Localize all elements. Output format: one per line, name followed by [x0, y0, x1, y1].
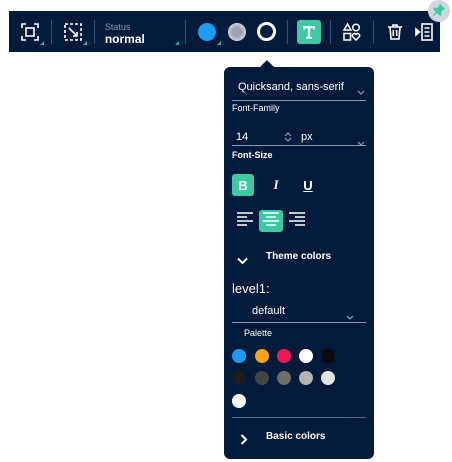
select-dashed-button[interactable] — [58, 17, 88, 47]
insert-after-icon — [415, 22, 435, 42]
status-label: Status — [104, 21, 131, 32]
toolbar-divider — [330, 19, 332, 44]
chevron-down-icon — [237, 252, 248, 270]
font-size-underline — [232, 145, 366, 146]
toolbar-divider — [287, 19, 289, 44]
palette-swatch[interactable] — [255, 349, 269, 363]
theme-colors-label: Theme colors — [266, 251, 332, 262]
align-right-button[interactable] — [285, 210, 309, 232]
chevron-down-icon — [357, 134, 365, 152]
italic-button[interactable]: I — [265, 174, 287, 196]
fill-color-icon — [197, 22, 216, 41]
dropdown-indicator — [216, 40, 221, 45]
underline-button[interactable]: U — [297, 174, 319, 196]
font-family-label: Font-Family — [232, 103, 280, 113]
font-size-value: 14 — [236, 131, 249, 143]
blur-button[interactable] — [222, 17, 252, 47]
blur-icon — [227, 22, 246, 41]
align-left-button[interactable] — [233, 210, 257, 232]
chevron-down-icon — [346, 308, 354, 326]
palette-swatch[interactable] — [232, 371, 246, 385]
pin-icon — [432, 2, 446, 21]
select-frame-icon — [20, 22, 40, 42]
font-unit-value: px — [301, 131, 313, 143]
dropdown-indicator — [39, 40, 44, 45]
align-center-icon — [262, 211, 280, 231]
text-format-panel: Quicksand, sans-serif Font-Family 14 px … — [224, 67, 374, 459]
fill-color-button[interactable] — [192, 17, 222, 47]
delete-button[interactable] — [380, 17, 410, 47]
dropdown-indicator — [174, 40, 179, 45]
level-value: default — [252, 305, 286, 317]
palette-label: Palette — [244, 328, 273, 338]
border-icon — [256, 22, 276, 41]
font-family-value: Quicksand, sans-serif — [238, 81, 344, 93]
toolbar-divider — [373, 19, 375, 44]
palette-swatch[interactable] — [299, 371, 313, 385]
font-size-label: Font-Size — [232, 150, 273, 160]
shapes-button[interactable] — [337, 17, 367, 47]
align-right-icon — [288, 211, 306, 231]
select-dashed-icon — [63, 22, 83, 42]
toolbar-divider — [184, 19, 186, 44]
palette-swatch[interactable] — [232, 394, 246, 408]
select-frame-button[interactable] — [15, 17, 45, 47]
level-label: level1: — [232, 281, 270, 296]
chevron-down-icon — [357, 83, 365, 101]
toolbar-divider — [93, 19, 95, 44]
palette-swatch[interactable] — [277, 349, 291, 363]
palette-swatch[interactable] — [321, 349, 335, 363]
toolbar-divider — [50, 19, 52, 44]
border-button[interactable] — [251, 17, 281, 47]
align-center-button[interactable] — [259, 210, 283, 232]
pin-button[interactable] — [428, 0, 450, 22]
palette-swatch[interactable] — [255, 371, 269, 385]
palette-swatch[interactable] — [232, 349, 246, 363]
text-icon — [297, 19, 322, 44]
shapes-icon — [342, 22, 362, 42]
palette-swatch[interactable] — [321, 371, 335, 385]
toolbar: Status normal — [9, 11, 440, 52]
section-divider — [232, 417, 366, 418]
status-select[interactable]: Status normal — [101, 17, 179, 47]
font-family-underline — [232, 100, 366, 101]
chevron-right-icon — [240, 432, 248, 450]
trash-icon — [386, 23, 404, 41]
text-format-button[interactable] — [294, 17, 324, 47]
bold-button[interactable]: B — [232, 174, 254, 196]
basic-colors-label: Basic colors — [266, 431, 326, 442]
palette-swatch[interactable] — [277, 371, 291, 385]
palette-swatch[interactable] — [299, 349, 313, 363]
level-underline — [232, 322, 366, 323]
status-value: normal — [104, 31, 145, 46]
dropdown-indicator — [82, 40, 87, 45]
align-left-icon — [236, 211, 254, 231]
